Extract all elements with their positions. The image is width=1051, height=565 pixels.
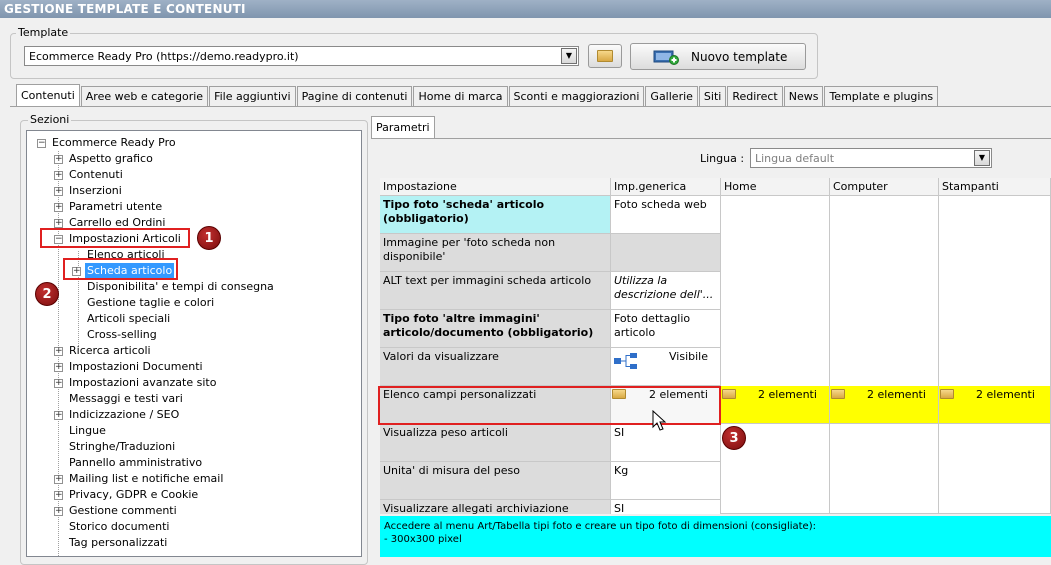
window-title: GESTIONE TEMPLATE E CONTENUTI [0,0,1051,18]
folder-icon [831,389,845,399]
expand-icon[interactable]: + [54,363,63,372]
template-group-label: Template [16,26,71,39]
tab-contenuti[interactable]: Contenuti [16,84,80,107]
tab-file-aggiuntivi[interactable]: File aggiuntivi [209,86,296,106]
tab-news[interactable]: News [783,86,824,106]
row-setting: Unita' di misura del peso [380,462,611,500]
info-box: Accedere al menu Art/Tabella tipi foto e… [380,516,1051,557]
params-grid: Impostazione Imp.generica Home Computer … [380,178,1051,514]
row-setting: Valori da visualizzare [380,348,611,386]
open-folder-button[interactable] [588,44,622,68]
expand-icon[interactable]: + [54,347,63,356]
row-value-home[interactable]: 2 elementi [721,386,830,424]
grid-column-stampanti [939,196,1051,514]
expand-icon[interactable]: + [54,491,63,500]
expand-icon[interactable]: + [54,411,63,420]
folder-icon [940,389,954,399]
row-setting: ALT text per immagini scheda articolo [380,272,611,310]
tab-redirect[interactable]: Redirect [727,86,783,106]
info-text-2: - 300x300 pixel [384,534,462,545]
highlight-box-2 [63,258,178,280]
row-value[interactable]: Foto dettaglio articolo [611,310,721,348]
callout-badge-1: 1 [197,226,221,250]
col-header[interactable]: Imp.generica [611,178,721,196]
row-value[interactable]: Visibile [611,348,721,386]
cursor-icon [652,410,667,431]
lingua-select[interactable]: Lingua default ▼ [750,148,992,168]
grid-column-home [721,196,830,514]
collapse-icon[interactable]: − [37,139,46,148]
lingua-label: Lingua : [700,152,745,165]
row-value[interactable] [611,234,721,272]
grid-column-computer [830,196,939,514]
chevron-down-icon[interactable]: ▼ [561,48,577,64]
col-header[interactable]: Home [721,178,830,196]
callout-badge-3: 3 [722,426,746,450]
tree-item[interactable]: Articoli speciali [87,311,170,327]
row-setting: Tipo foto 'scheda' articolo (obbligatori… [380,196,611,234]
row-setting: Tipo foto 'altre immagini' articolo/docu… [380,310,611,348]
row-value[interactable]: Kg [611,462,721,500]
tree-item[interactable]: Pannello amministrativo [69,455,202,471]
expand-icon[interactable]: + [54,219,63,228]
expand-icon[interactable]: + [54,187,63,196]
template-select-value: Ecommerce Ready Pro (https://demo.readyp… [29,50,299,63]
row-value[interactable]: Foto scheda web [611,196,721,234]
tree-item[interactable]: Tag personalizzati [69,535,167,551]
tab-gallerie[interactable]: Gallerie [645,86,698,106]
highlight-box-1 [40,228,190,248]
row-value[interactable]: SI [611,500,721,514]
col-header[interactable]: Stampanti [939,178,1051,196]
tree-item[interactable]: Disponibilita' e tempi di consegna [87,279,274,295]
sections-group-label: Sezioni [28,113,72,126]
tree-item[interactable]: Messaggi e testi vari [69,391,183,407]
tree-item[interactable]: Lingue [69,423,106,439]
folder-icon [597,50,613,62]
row-setting: Visualizzare allegati archiviazione [380,500,611,514]
expand-icon[interactable]: + [54,171,63,180]
expand-icon[interactable]: + [54,203,63,212]
col-header[interactable]: Impostazione [380,178,611,196]
new-template-button[interactable]: Nuovo template [630,43,806,70]
chevron-down-icon[interactable]: ▼ [974,150,990,166]
tree-node-icon [614,353,637,369]
sections-tree[interactable]: − Ecommerce Ready Pro + Aspetto grafico +… [26,130,362,557]
col-header[interactable]: Computer [830,178,939,196]
tree-item[interactable]: Storico documenti [69,519,169,535]
tree-item[interactable]: Gestione taglie e colori [87,295,214,311]
template-select[interactable]: Ecommerce Ready Pro (https://demo.readyp… [24,46,579,66]
expand-icon[interactable]: + [54,379,63,388]
row-value-computer[interactable]: 2 elementi [830,386,939,424]
tab-siti[interactable]: Siti [698,86,727,106]
expand-icon[interactable]: + [54,507,63,516]
highlight-box-3 [378,386,721,425]
tab-pagine-contenuti[interactable]: Pagine di contenuti [296,86,413,106]
callout-badge-2: 2 [35,282,59,306]
new-template-label: Nuovo template [691,50,788,64]
tab-sconti[interactable]: Sconti e maggiorazioni [508,86,645,106]
tab-parametri[interactable]: Parametri [371,116,435,138]
new-template-icon [653,50,679,65]
main-tabs: Contenuti Aree web e categorie File aggi… [16,84,939,107]
expand-icon[interactable]: + [54,475,63,484]
row-value[interactable]: Utilizza la descrizione dell'... [611,272,721,310]
row-setting: Immagine per 'foto scheda non disponibil… [380,234,611,272]
tab-home-marca[interactable]: Home di marca [413,86,508,106]
right-panel-border [371,138,1051,139]
tree-item[interactable]: Stringhe/Traduzioni [69,439,175,455]
tab-template-plugins[interactable]: Template e plugins [824,86,939,106]
expand-icon[interactable]: + [54,155,63,164]
row-setting: Visualizza peso articoli [380,424,611,462]
folder-icon [722,389,736,399]
tab-aree-web[interactable]: Aree web e categorie [80,86,209,106]
tree-item[interactable]: Cross-selling [87,327,157,343]
tab-panel-border [10,106,1051,107]
row-value-stampanti[interactable]: 2 elementi [939,386,1051,424]
info-text: Accedere al menu Art/Tabella tipi foto e… [384,521,816,532]
